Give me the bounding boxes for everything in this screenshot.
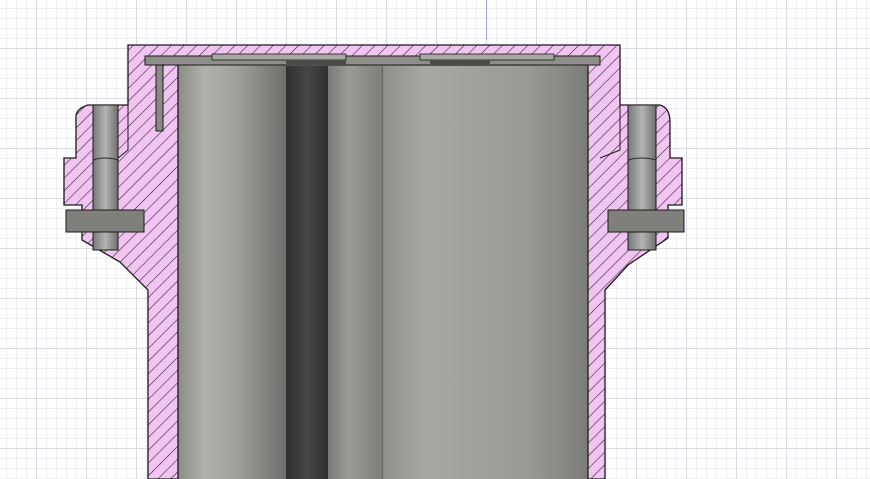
wall-key — [155, 64, 164, 132]
bore-band-dark — [286, 66, 328, 479]
bore-band-mid — [328, 66, 380, 479]
section-view[interactable] — [0, 0, 870, 479]
lid-dark-right — [430, 60, 490, 65]
bolt-insert-left[interactable] — [65, 209, 145, 233]
lid-slot-left — [211, 53, 347, 61]
lid-dark-left — [286, 60, 346, 65]
lid-slot-right — [419, 53, 555, 61]
bolt-insert-right[interactable] — [607, 209, 685, 233]
bore-band-right — [384, 66, 588, 479]
canvas-viewport[interactable] — [0, 0, 870, 479]
bore-band-left — [178, 60, 286, 479]
